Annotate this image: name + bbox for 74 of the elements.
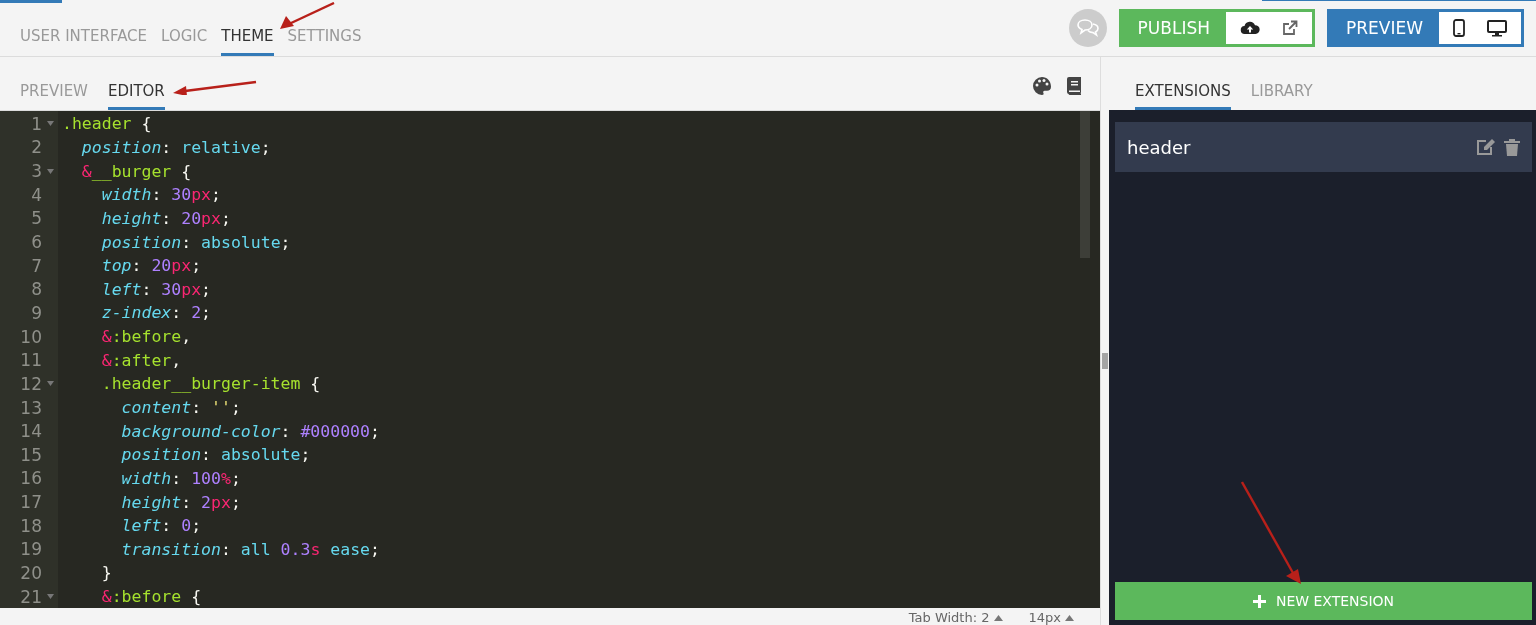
line-number: 1 <box>31 113 42 134</box>
line-number: 6 <box>31 232 42 252</box>
line-number: 4 <box>31 184 42 205</box>
line-number: 14 <box>20 421 42 442</box>
code-line: content: ''; <box>120 398 241 417</box>
annotation-arrow <box>279 2 335 30</box>
line-number: 20 <box>20 563 42 583</box>
panel-tab[interactable]: LIBRARY <box>1250 82 1313 110</box>
code-line: width: 30px; <box>100 185 221 205</box>
fold-caret-icon[interactable] <box>46 381 54 387</box>
nav-tab[interactable]: THEME <box>221 27 274 56</box>
extension-name: header <box>1127 136 1191 158</box>
code-line: &:before { <box>100 587 202 607</box>
line-number: 12 <box>20 373 42 394</box>
line-number: 9 <box>31 302 42 323</box>
scrollbar-thumb[interactable] <box>1080 111 1090 258</box>
caret-icon <box>1065 614 1074 621</box>
code-line: } <box>100 563 112 583</box>
code-line: &__burger { <box>80 161 192 181</box>
line-number: 18 <box>20 515 42 536</box>
line-number: 21 <box>20 586 42 607</box>
fold-caret-icon[interactable] <box>46 121 54 127</box>
nav-tab[interactable]: LOGIC <box>161 27 208 56</box>
external-link-icon[interactable] <box>1282 20 1298 36</box>
publish-button[interactable]: PUBLISH <box>1121 12 1226 44</box>
code-line: &:before, <box>100 327 192 347</box>
font-size-selector[interactable]: 14px <box>1028 610 1074 625</box>
tab-width-selector[interactable]: Tab Width: 2 <box>908 610 1003 625</box>
preview-button[interactable]: PREVIEW <box>1330 12 1439 44</box>
cloud-upload-icon[interactable] <box>1240 20 1260 36</box>
code-line: left: 30px; <box>100 279 212 299</box>
line-number: 8 <box>31 279 42 300</box>
trash-icon[interactable] <box>1504 138 1520 156</box>
line-number: 10 <box>20 326 42 347</box>
line-number: 2 <box>31 137 42 158</box>
code-line: top: 20px; <box>100 256 202 276</box>
edit-icon[interactable] <box>1476 138 1496 156</box>
desktop-icon[interactable] <box>1487 19 1507 37</box>
code-line: z-index: 2; <box>100 303 212 323</box>
line-number: 11 <box>20 350 42 371</box>
line-number: 13 <box>20 397 42 418</box>
line-number: 16 <box>20 468 42 489</box>
code-line: height: 2px; <box>120 492 241 512</box>
plus-icon <box>1252 594 1266 608</box>
code-line: left: 0; <box>120 516 202 536</box>
line-number: 3 <box>31 161 42 182</box>
phone-icon[interactable] <box>1453 19 1465 37</box>
code-line: position: relative; <box>80 137 271 157</box>
code-line: height: 20px; <box>100 208 231 228</box>
nav-tab[interactable]: USER INTERFACE <box>20 27 148 56</box>
code-line: &:after, <box>100 350 182 370</box>
line-number: 7 <box>31 255 42 276</box>
code-line: transition: all 0.3s ease; <box>120 539 380 559</box>
line-number: 17 <box>20 492 42 513</box>
fold-caret-icon[interactable] <box>46 168 54 174</box>
caret-icon <box>993 614 1003 621</box>
book-icon[interactable] <box>1066 75 1082 96</box>
line-number: 15 <box>20 444 42 465</box>
code-editor[interactable] <box>0 111 1100 608</box>
splitter-handle-icon[interactable] <box>1102 353 1108 369</box>
line-number: 5 <box>31 208 42 229</box>
palette-icon[interactable] <box>1032 75 1052 96</box>
new-extension-button[interactable]: NEW EXTENSION <box>1115 582 1532 620</box>
nav-tab[interactable]: SETTINGS <box>287 27 362 56</box>
code-line: position: absolute; <box>100 232 291 252</box>
line-number: 19 <box>20 539 42 560</box>
extension-item[interactable]: header <box>1115 122 1532 172</box>
fold-caret-icon[interactable] <box>46 594 54 600</box>
code-line: background-color: #000000; <box>120 421 380 441</box>
code-line: .header { <box>62 114 152 134</box>
editor-tab[interactable]: PREVIEW <box>20 82 88 110</box>
code-line: .header__burger-item { <box>100 374 321 394</box>
code-line: position: absolute; <box>120 445 311 465</box>
code-line: width: 100%; <box>120 468 241 488</box>
